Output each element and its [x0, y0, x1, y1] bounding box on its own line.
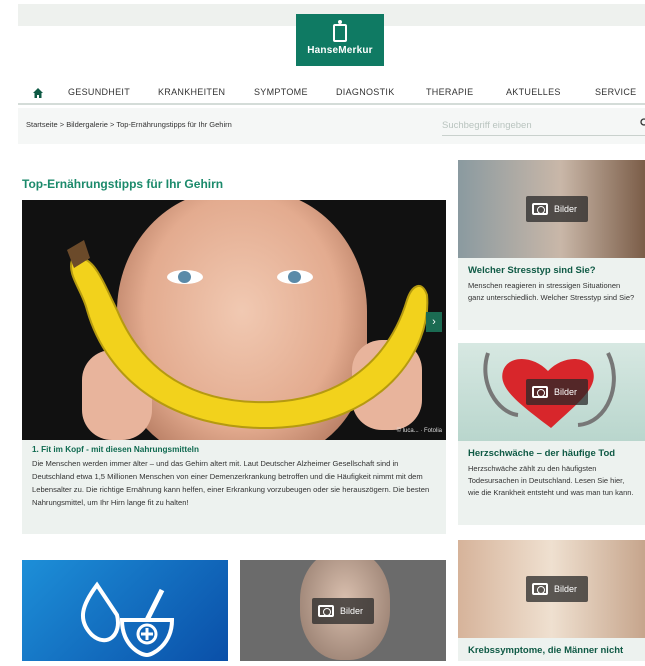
- card-text: Welcher Stresstyp sind Sie? Menschen rea…: [458, 258, 645, 330]
- caption-title: 1. Fit im Kopf - mit diesen Nahrungsmitt…: [32, 445, 199, 454]
- nav-item-gesundheit[interactable]: GESUNDHEIT: [68, 87, 130, 97]
- nav-item-symptome[interactable]: SYMPTOME: [254, 87, 308, 97]
- nav-divider: [18, 103, 645, 105]
- camera-icon: [532, 583, 548, 595]
- home-icon: [33, 88, 43, 98]
- banana-image: [67, 240, 429, 430]
- page-title: Top-Ernährungstipps für Ihr Gehirn: [22, 177, 224, 191]
- bottom-card-headache[interactable]: Bilder: [240, 560, 446, 661]
- card-title: Welcher Stresstyp sind Sie?: [468, 265, 596, 276]
- nav-item-aktuelles[interactable]: AKTUELLES: [506, 87, 561, 97]
- card-text: Herzschwäche – der häufige Tod Herzschwä…: [458, 441, 645, 525]
- chevron-right-icon: ›: [432, 316, 436, 328]
- nav-item-krankheiten[interactable]: KRANKHEITEN: [158, 87, 225, 97]
- logo-text: HanseMerkur: [307, 45, 373, 56]
- card-image-men: Bilder: [458, 540, 645, 638]
- card-title: Krebssymptome, die Männer nicht: [468, 645, 624, 656]
- gallery-badge: Bilder: [526, 576, 588, 602]
- sidebar-card-stress[interactable]: Bilder Welcher Stresstyp sind Sie? Mensc…: [458, 160, 645, 330]
- card-description: Herzschwäche zählt zu den häufigsten Tod…: [468, 464, 634, 497]
- search-input[interactable]: Suchbegriff eingeben: [442, 116, 645, 136]
- gallery-next-button[interactable]: ›: [426, 312, 442, 332]
- sidebar-card-heart[interactable]: Bilder Herzschwäche – der häufige Tod He…: [458, 343, 645, 525]
- hero-image[interactable]: © luca... · Fotolia: [22, 200, 446, 440]
- card-image-stress: Bilder: [458, 160, 645, 258]
- nav-item-diagnostik[interactable]: DIAGNOSTIK: [336, 87, 395, 97]
- mortar-pestle-icon: [81, 581, 175, 658]
- hansemerkur-logo[interactable]: HanseMerkur: [296, 14, 384, 66]
- search-icon[interactable]: [640, 118, 645, 131]
- caption-text: Die Menschen werden immer älter – und da…: [32, 459, 430, 507]
- card-title: Herzschwäche – der häufige Tod: [468, 448, 616, 459]
- nav-home[interactable]: [18, 87, 58, 99]
- camera-icon: [532, 386, 548, 398]
- sidebar-card-cancer[interactable]: Bilder Krebssymptome, die Männer nicht: [458, 540, 645, 661]
- gallery-badge: Bilder: [312, 598, 374, 624]
- gallery-badge: Bilder: [526, 379, 588, 405]
- nav-item-service[interactable]: SERVICE: [595, 87, 636, 97]
- breadcrumb[interactable]: Startseite > Bildergalerie > Top-Ernähru…: [26, 120, 232, 129]
- bottom-card-pharmacy[interactable]: [22, 560, 228, 661]
- gallery-badge: Bilder: [526, 196, 588, 222]
- nav-item-therapie[interactable]: THERAPIE: [426, 87, 473, 97]
- card-image-heart: Bilder: [458, 343, 645, 441]
- card-description: Menschen reagieren in stressigen Situati…: [468, 281, 635, 302]
- logo-mark-icon: [333, 20, 347, 42]
- main-nav: GESUNDHEIT KRANKHEITEN SYMPTOME DIAGNOST…: [18, 82, 645, 104]
- hero-caption: 1. Fit im Kopf - mit diesen Nahrungsmitt…: [22, 440, 446, 534]
- card-text: Krebssymptome, die Männer nicht: [458, 638, 645, 661]
- camera-icon: [532, 203, 548, 215]
- camera-icon: [318, 605, 334, 617]
- image-credit: © luca... · Fotolia: [396, 428, 442, 434]
